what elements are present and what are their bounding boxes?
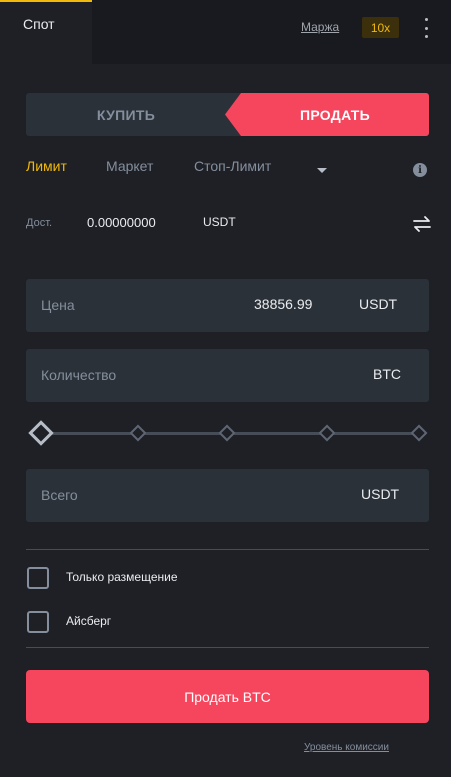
divider [26,647,429,648]
post-only-label: Только размещение [66,570,178,584]
divider [26,549,429,550]
order-type-market[interactable]: Маркет [106,158,153,174]
tab-spot[interactable]: Спот [0,0,92,64]
price-label: Цена [41,297,75,313]
slider-step-100[interactable] [410,424,428,442]
fee-level-link[interactable]: Уровень комиссии [304,742,389,753]
tab-spot-label: Спот [23,16,55,32]
quantity-field[interactable]: Количество BTC [26,349,429,402]
transfer-icon[interactable] [412,215,432,233]
buy-sell-switch: КУПИТЬ ПРОДАТЬ [26,93,429,136]
chevron-down-icon[interactable] [317,168,327,173]
order-type-stop-limit[interactable]: Стоп-Лимит [194,158,271,174]
more-options-icon[interactable] [420,18,432,38]
slider-step-25[interactable] [129,424,147,442]
total-field[interactable]: Всего USDT [26,469,429,522]
available-label: Дост. [26,217,53,229]
buy-tab[interactable]: КУПИТЬ [26,93,226,136]
amount-slider[interactable] [28,418,432,448]
price-unit: USDT [359,296,398,312]
slider-step-75[interactable] [318,424,336,442]
price-input[interactable]: 38856.99 [254,296,312,312]
info-icon[interactable]: i [413,163,427,177]
available-value: 0.00000000 [87,215,156,230]
available-unit: USDT [203,215,236,229]
post-only-checkbox[interactable] [27,567,49,589]
order-type-limit[interactable]: Лимит [26,158,67,174]
sell-tab[interactable]: ПРОДАТЬ [225,93,429,136]
quantity-unit: BTC [373,366,401,382]
total-label: Всего [41,487,78,503]
slider-handle[interactable] [28,420,54,446]
top-bar: Спот Маржа 10x [0,0,451,64]
leverage-badge[interactable]: 10x [362,17,399,38]
iceberg-checkbox[interactable] [27,611,49,633]
margin-link[interactable]: Маржа [301,20,339,34]
iceberg-label: Айсберг [66,614,112,628]
price-field[interactable]: Цена 38856.99 USDT [26,279,429,332]
sell-btc-button[interactable]: Продать BTC [26,670,429,723]
total-unit: USDT [361,486,400,502]
quantity-label: Количество [41,367,117,383]
slider-step-50[interactable] [218,424,236,442]
